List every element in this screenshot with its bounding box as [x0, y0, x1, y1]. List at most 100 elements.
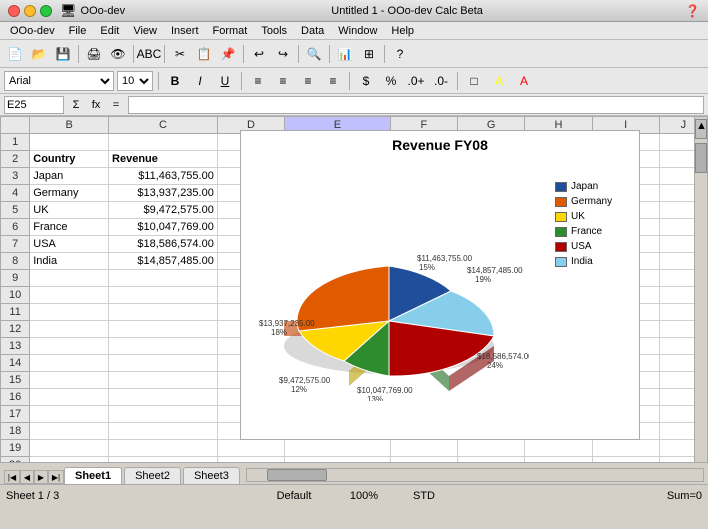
redo-button[interactable]: ↪ — [272, 43, 294, 65]
cell-B7[interactable]: USA — [30, 236, 109, 253]
row-header-1[interactable]: 1 — [1, 134, 30, 151]
cell-B18[interactable] — [30, 423, 109, 440]
scroll-h-thumb[interactable] — [267, 469, 327, 481]
sheet-tab-3[interactable]: Sheet3 — [183, 467, 240, 484]
cell-B16[interactable] — [30, 389, 109, 406]
menu-ooodev[interactable]: OOo-dev — [4, 24, 61, 38]
decimal-more-button[interactable]: .0+ — [405, 70, 427, 92]
col-header-B[interactable]: B — [30, 117, 109, 134]
cell-C16[interactable] — [109, 389, 218, 406]
row-header-13[interactable]: 13 — [1, 338, 30, 355]
cell-G19[interactable] — [457, 440, 524, 457]
cell-B14[interactable] — [30, 355, 109, 372]
menu-help[interactable]: Help — [385, 24, 420, 38]
cell-B3[interactable]: Japan — [30, 168, 109, 185]
function-button[interactable]: fx — [88, 97, 104, 113]
cut-button[interactable]: ✂ — [169, 43, 191, 65]
copy-button[interactable]: 📋 — [193, 43, 215, 65]
minimize-button[interactable] — [24, 5, 36, 17]
row-header-4[interactable]: 4 — [1, 185, 30, 202]
cell-I19[interactable] — [592, 440, 659, 457]
row-header-10[interactable]: 10 — [1, 287, 30, 304]
row-header-17[interactable]: 17 — [1, 406, 30, 423]
row-header-6[interactable]: 6 — [1, 219, 30, 236]
cell-C2[interactable]: Revenue — [109, 151, 218, 168]
cell-C11[interactable] — [109, 304, 218, 321]
sum-wizard-button[interactable]: Σ — [68, 97, 84, 113]
menu-format[interactable]: Format — [207, 24, 254, 38]
print-button[interactable]: 🖨 — [83, 43, 105, 65]
cell-B11[interactable] — [30, 304, 109, 321]
cell-C5[interactable]: $9,472,575.00 — [109, 202, 218, 219]
row-header-7[interactable]: 7 — [1, 236, 30, 253]
menu-edit[interactable]: Edit — [94, 24, 125, 38]
currency-button[interactable]: $ — [355, 70, 377, 92]
chart-container[interactable]: Revenue FY08 — [240, 130, 640, 440]
cell-H19[interactable] — [525, 440, 592, 457]
align-justify-button[interactable]: ≡ — [322, 70, 344, 92]
close-button[interactable] — [8, 5, 20, 17]
spell-check-button[interactable]: ABC — [138, 43, 160, 65]
row-header-5[interactable]: 5 — [1, 202, 30, 219]
cell-reference-box[interactable]: E25 — [4, 96, 64, 114]
horizontal-scrollbar[interactable] — [246, 468, 704, 482]
sheet-nav-last[interactable]: ▶| — [48, 470, 64, 484]
row-header-8[interactable]: 8 — [1, 253, 30, 270]
open-button[interactable]: 📂 — [28, 43, 50, 65]
menu-view[interactable]: View — [127, 24, 163, 38]
cell-C6[interactable]: $10,047,769.00 — [109, 219, 218, 236]
help-button[interactable]: ? — [389, 43, 411, 65]
cell-C4[interactable]: $13,937,235.00 — [109, 185, 218, 202]
vertical-scrollbar[interactable]: ▲ ▼ — [694, 116, 708, 506]
menu-insert[interactable]: Insert — [165, 24, 205, 38]
cell-B13[interactable] — [30, 338, 109, 355]
align-center-button[interactable]: ≡ — [272, 70, 294, 92]
sheet-tab-2[interactable]: Sheet2 — [124, 467, 181, 484]
cell-C7[interactable]: $18,586,574.00 — [109, 236, 218, 253]
row-header-19[interactable]: 19 — [1, 440, 30, 457]
align-right-button[interactable]: ≡ — [297, 70, 319, 92]
sheet-nav-next[interactable]: ▶ — [34, 470, 48, 484]
scroll-up-button[interactable]: ▲ — [695, 119, 707, 139]
border-button[interactable]: □ — [463, 70, 485, 92]
maximize-button[interactable] — [40, 5, 52, 17]
cell-C10[interactable] — [109, 287, 218, 304]
cell-F19[interactable] — [390, 440, 457, 457]
cell-C19[interactable] — [109, 440, 218, 457]
sheet-tab-1[interactable]: Sheet1 — [64, 467, 122, 484]
row-header-18[interactable]: 18 — [1, 423, 30, 440]
cell-C12[interactable] — [109, 321, 218, 338]
row-header-11[interactable]: 11 — [1, 304, 30, 321]
cell-C1[interactable] — [109, 134, 218, 151]
cell-C3[interactable]: $11,463,755.00 — [109, 168, 218, 185]
col-header-C[interactable]: C — [109, 117, 218, 134]
cell-B12[interactable] — [30, 321, 109, 338]
sheet-nav-prev[interactable]: ◀ — [20, 470, 34, 484]
cell-B9[interactable] — [30, 270, 109, 287]
menu-data[interactable]: Data — [295, 24, 330, 38]
cell-C9[interactable] — [109, 270, 218, 287]
undo-button[interactable]: ↩ — [248, 43, 270, 65]
align-left-button[interactable]: ≡ — [247, 70, 269, 92]
cell-B2[interactable]: Country — [30, 151, 109, 168]
cell-B5[interactable]: UK — [30, 202, 109, 219]
cell-C14[interactable] — [109, 355, 218, 372]
cell-C15[interactable] — [109, 372, 218, 389]
cell-B17[interactable] — [30, 406, 109, 423]
bold-button[interactable]: B — [164, 70, 186, 92]
cell-B10[interactable] — [30, 287, 109, 304]
new-button[interactable]: 📄 — [4, 43, 26, 65]
row-header-9[interactable]: 9 — [1, 270, 30, 287]
cell-C17[interactable] — [109, 406, 218, 423]
cell-C18[interactable] — [109, 423, 218, 440]
paste-button[interactable]: 📌 — [217, 43, 239, 65]
cell-E19[interactable] — [285, 440, 391, 457]
cell-B4[interactable]: Germany — [30, 185, 109, 202]
preview-button[interactable]: 👁 — [107, 43, 129, 65]
save-button[interactable]: 💾 — [52, 43, 74, 65]
menu-tools[interactable]: Tools — [255, 24, 293, 38]
cell-B6[interactable]: France — [30, 219, 109, 236]
row-header-3[interactable]: 3 — [1, 168, 30, 185]
cell-D19[interactable] — [217, 440, 284, 457]
row-header-15[interactable]: 15 — [1, 372, 30, 389]
